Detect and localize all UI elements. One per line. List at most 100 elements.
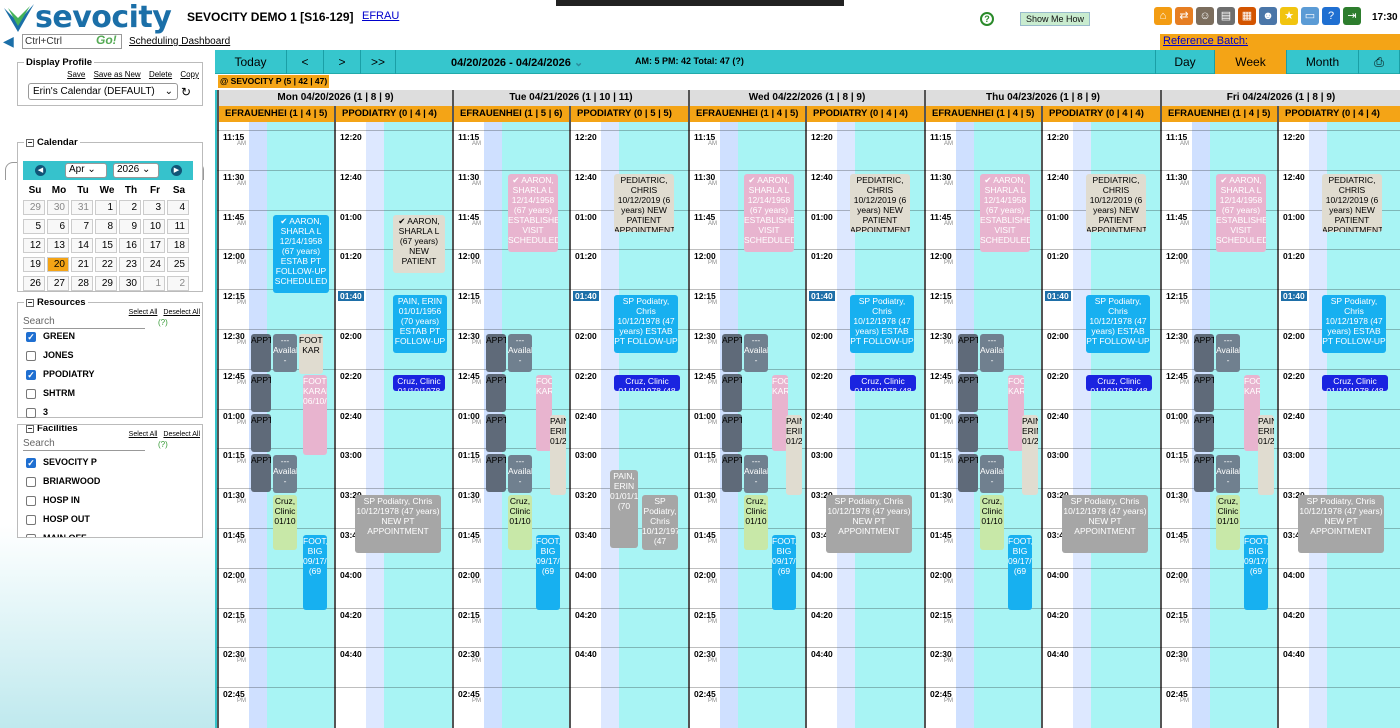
swap-icon[interactable]: ⇄ [1175, 7, 1193, 25]
appointment-block[interactable]: FOOT, BIG 09/17/1956 (69 [536, 535, 560, 610]
calendar-day[interactable]: 5 [23, 219, 45, 234]
appt-block[interactable]: APPT [1194, 454, 1214, 492]
resources-item[interactable]: ✓ GREEN [26, 330, 75, 344]
print-icon[interactable]: ⎙ [1359, 50, 1400, 74]
calendar-day[interactable]: 13 [47, 238, 69, 253]
appt-block[interactable]: APPT [251, 334, 271, 372]
collapse-icon[interactable]: − [26, 299, 34, 307]
calendar-day[interactable]: 21 [71, 257, 93, 272]
person-icon[interactable]: ☺ [1196, 7, 1214, 25]
view-month-button[interactable]: Month [1287, 50, 1359, 74]
available-block[interactable]: --- Available - [980, 334, 1004, 372]
view-week-button[interactable]: Week [1215, 50, 1287, 74]
available-block[interactable]: --- Available - [508, 455, 532, 493]
calendar-day[interactable]: 1 [95, 200, 117, 215]
calendar-day[interactable]: 4 [167, 200, 189, 215]
appointment-block[interactable]: SP Podiatry, Chris 10/12/1978 (47 years)… [1062, 495, 1148, 553]
provider-header[interactable]: PPODIATRY (0 | 4 | 4) [1277, 106, 1400, 122]
select-all-link[interactable]: Select All [129, 431, 158, 438]
calendar-day[interactable]: 2 [167, 276, 189, 291]
collapse-icon[interactable]: − [26, 139, 34, 147]
appt-block[interactable]: APPT [722, 334, 742, 372]
back-arrow-icon[interactable]: ◀ [3, 33, 14, 50]
appointment-block[interactable]: SP Podiatry, Chris 10/12/1978 (47 years)… [355, 495, 441, 553]
reference-batch-link[interactable]: Reference Batch: [1163, 35, 1248, 47]
collapse-icon[interactable]: − [26, 425, 34, 433]
appointment-block[interactable]: Cruz, Clinic 01/10 [744, 495, 768, 550]
appointment-block[interactable]: Cruz, Clinic 01/10/1978 (48 [1086, 375, 1152, 391]
appt-block[interactable]: APPT [486, 414, 506, 452]
appointment-block[interactable]: FOOT, BIG 09/17/1956 (69 [772, 535, 796, 610]
calendar-day[interactable]: 9 [119, 219, 141, 234]
checkbox[interactable] [26, 350, 36, 361]
help-circle-icon[interactable]: ? [980, 12, 994, 26]
calendar-day[interactable]: 17 [143, 238, 165, 253]
calendar-day[interactable]: 18 [167, 238, 189, 253]
provider-header[interactable]: PPODIATRY (0 | 5 | 5) [569, 106, 688, 122]
checkbox[interactable]: ✓ [26, 331, 36, 342]
appointment-block[interactable]: ✔ AARON, SHARLA L 12/14/1958 (67 years) … [744, 174, 794, 252]
appt-block[interactable]: APPT [486, 454, 506, 492]
appointment-block[interactable]: SP Podiatry, Chris 10/12/1978 (47 years)… [614, 295, 678, 353]
appt-block[interactable]: APPT [958, 374, 978, 412]
provider-header[interactable]: EFRAUENHEI (1 | 4 | 5) [688, 106, 805, 122]
delete-link[interactable]: Delete [149, 70, 172, 79]
view-day-button[interactable]: Day [1155, 50, 1215, 74]
calendar-day[interactable]: 1 [143, 276, 165, 291]
facilities-help[interactable]: (?) [158, 440, 168, 449]
calendar-day[interactable]: 2 [119, 200, 141, 215]
next-button[interactable]: > [324, 50, 361, 74]
provider-header[interactable]: EFRAUENHEI (1 | 4 | 5) [924, 106, 1041, 122]
available-block[interactable]: --- Available - [744, 334, 768, 372]
appt-block[interactable]: APPT [958, 454, 978, 492]
date-range[interactable]: 04/20/2026 - 04/24/2026 ⌄ [451, 56, 583, 69]
calendar-day[interactable]: 15 [95, 238, 117, 253]
appointment-block[interactable]: ✔ AARON, SHARLA L (67 years) NEW PATIENT [393, 215, 445, 273]
available-block[interactable]: --- Available - [744, 455, 768, 493]
calendar-day[interactable]: 10 [143, 219, 165, 234]
month-select[interactable]: Apr ⌄ [65, 163, 107, 178]
show-me-how-button[interactable]: Show Me How [1020, 12, 1091, 26]
calendar-day[interactable]: 20 [47, 257, 69, 272]
checkbox[interactable] [26, 476, 36, 487]
available-block[interactable]: --- Available - [508, 334, 532, 372]
refresh-icon[interactable]: ↻ [181, 85, 191, 99]
calendar-day[interactable]: 31 [71, 200, 93, 215]
calendar-day[interactable]: 27 [47, 276, 69, 291]
available-block[interactable]: --- Available - [273, 455, 297, 493]
appt-block[interactable]: APPT [1194, 414, 1214, 452]
appointment-block[interactable]: FOOT, BIG 09/17/1956 (69 [1244, 535, 1268, 610]
appointment-block[interactable]: Cruz, Clinic 01/10 [273, 495, 297, 550]
exit-icon[interactable]: ⇥ [1343, 7, 1361, 25]
appointment-block[interactable]: SP Podiatry, Chris 10/12/1978 (47 years)… [1086, 295, 1150, 353]
appt-block[interactable]: APPT [722, 414, 742, 452]
appointment-block[interactable]: ✔ AARON, SHARLA L 12/14/1958 (67 years) … [980, 174, 1030, 252]
appointment-block[interactable]: PAIN, ERIN 01/01/1956 (70 [610, 470, 638, 548]
save-as-new-link[interactable]: Save as New [94, 70, 141, 79]
prev-button[interactable]: < [287, 50, 324, 74]
appointment-block[interactable]: SP Podiatry, Chris 10/12/1978 (47 years)… [1322, 295, 1386, 353]
calendar-day[interactable]: 3 [143, 200, 165, 215]
appointment-block[interactable]: SP Podiatry, Chris 10/12/1978 (47 years)… [850, 295, 914, 353]
calendar-day[interactable]: 14 [71, 238, 93, 253]
appt-block[interactable]: APPT [251, 374, 271, 412]
appointment-block[interactable]: PAIN, ERIN 01/21/ [550, 415, 566, 495]
appointment-block[interactable]: FOOT, BIG 09/17/1956 (69 [1008, 535, 1032, 610]
copy-link[interactable]: Copy [180, 70, 199, 79]
appointment-block[interactable]: Cruz, Clinic 01/10/1978 (48 [1322, 375, 1388, 391]
resources-item[interactable]: ✓ PPODIATRY [26, 368, 95, 382]
appointment-block[interactable]: Cruz, Clinic 01/10/1978 (48 [614, 375, 680, 391]
facilities-item[interactable]: BRIARWOOD [26, 475, 100, 489]
appt-block[interactable]: APPT [958, 414, 978, 452]
year-select[interactable]: 2026 ⌄ [113, 163, 159, 178]
calendar-day[interactable]: 29 [95, 276, 117, 291]
calendar-day[interactable]: 16 [119, 238, 141, 253]
resources-help[interactable]: (?) [158, 318, 168, 327]
calendar-day[interactable]: 28 [71, 276, 93, 291]
calendar-day[interactable]: 6 [47, 219, 69, 234]
scheduling-dashboard-link[interactable]: Scheduling Dashboard [129, 36, 230, 47]
appointment-block[interactable]: FOOTE, KAR [299, 334, 323, 374]
calendar-day[interactable]: 7 [71, 219, 93, 234]
appointment-block[interactable]: Cruz, Clinic 01/10 [508, 495, 532, 550]
checkbox[interactable] [26, 495, 36, 506]
